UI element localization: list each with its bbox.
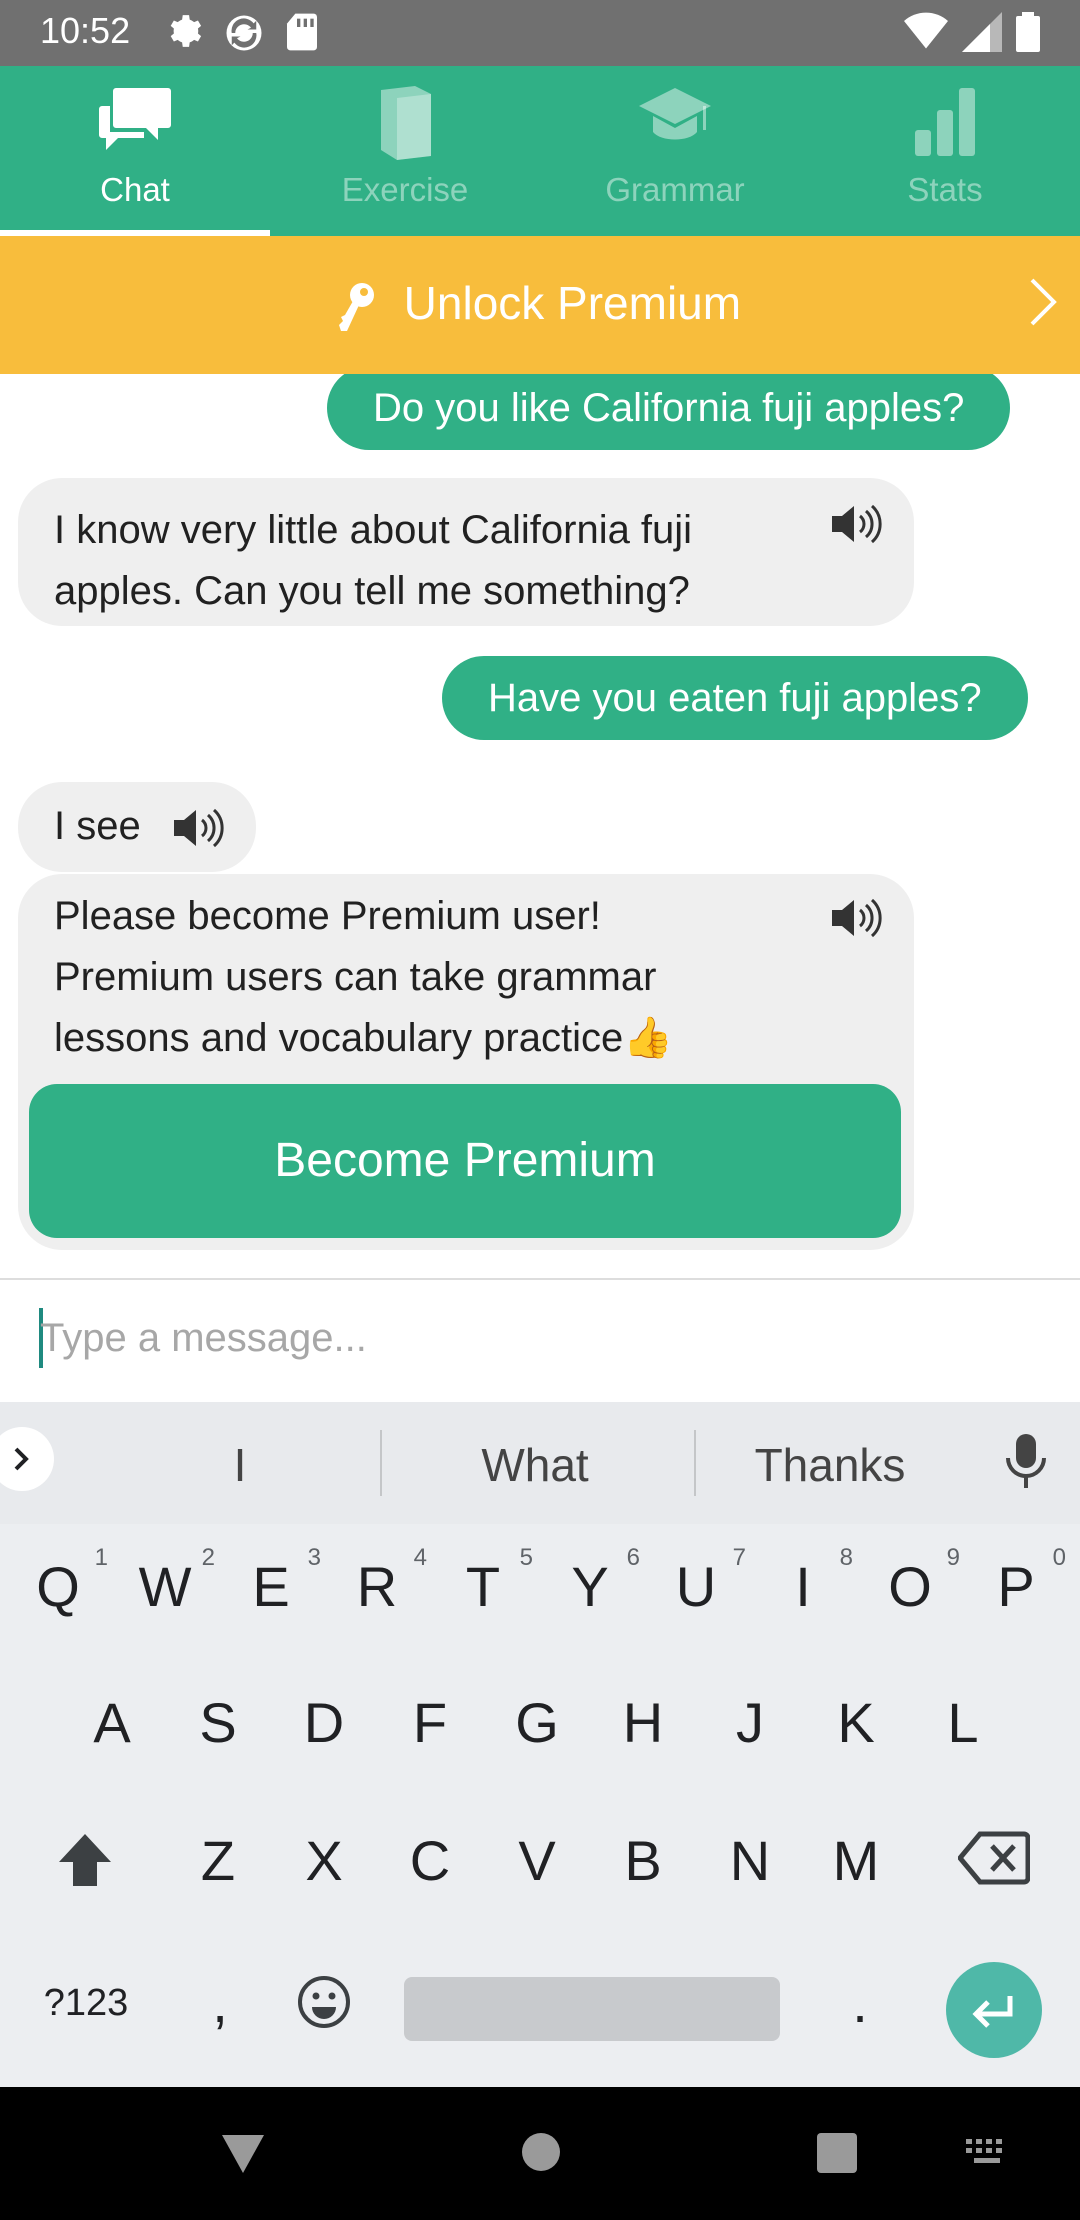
symbols-key[interactable]: ?123 [26, 1982, 146, 2025]
keyboard: I What Thanks Q1 W2 E3 R4 T5 Y6 U7 I8 O9… [0, 1402, 1080, 2087]
key-x[interactable]: X [274, 1828, 374, 1893]
comma-key[interactable]: , [170, 1970, 270, 2035]
gear-icon [170, 15, 202, 47]
tab-label: Grammar [605, 171, 745, 208]
tab-bar: Chat Exercise Grammar Stats [0, 66, 1080, 236]
key-g[interactable]: G [487, 1690, 587, 1755]
chat-icon [99, 88, 171, 150]
key-j[interactable]: J [700, 1690, 800, 1755]
key-a[interactable]: A [62, 1690, 162, 1755]
tab-label: Stats [907, 171, 983, 208]
message-line: Please become Premium user! [54, 894, 601, 938]
microphone-icon[interactable] [1000, 1430, 1052, 1494]
speaker-icon[interactable] [830, 896, 882, 940]
bar-chart-icon [915, 88, 975, 156]
status-bar: 10:52 [0, 0, 1080, 66]
sd-card-icon [287, 13, 317, 51]
key-t[interactable]: T5 [433, 1544, 533, 1619]
user-message: Do you like California fuji apples? [327, 374, 1011, 450]
suggestion-divider [380, 1430, 382, 1496]
suggestion-strip: I What Thanks [0, 1402, 1080, 1524]
key-b[interactable]: B [593, 1828, 693, 1893]
banner-label: Unlock Premium [403, 277, 742, 329]
key-d[interactable]: D [274, 1690, 374, 1755]
message-text: Have you eaten fuji apples? [488, 676, 982, 720]
suggestions-toggle[interactable] [0, 1427, 54, 1491]
tab-chat[interactable]: Chat [0, 66, 270, 236]
key-n[interactable]: N [700, 1828, 800, 1893]
key-o[interactable]: O9 [860, 1544, 960, 1619]
tab-label: Chat [100, 171, 170, 208]
key-p[interactable]: P0 [966, 1544, 1066, 1619]
book-icon [381, 86, 431, 160]
navigation-bar [0, 2087, 1080, 2220]
enter-icon [972, 1996, 1013, 2028]
key-f[interactable]: F [380, 1690, 480, 1755]
home-icon[interactable] [520, 2131, 562, 2173]
back-icon[interactable] [220, 2133, 266, 2175]
space-key[interactable] [404, 1977, 780, 2041]
suggestion-divider [694, 1430, 696, 1496]
suggestion-item[interactable]: What [440, 1438, 630, 1492]
key-i[interactable]: I8 [753, 1544, 853, 1619]
key-q[interactable]: Q1 [8, 1544, 108, 1619]
key-e[interactable]: E3 [221, 1544, 321, 1619]
user-message: Have you eaten fuji apples? [442, 656, 1028, 740]
key-m[interactable]: M [806, 1828, 906, 1893]
message-line: apples. Can you tell me something? [54, 569, 690, 613]
key-y[interactable]: Y6 [540, 1544, 640, 1619]
key-h[interactable]: H [593, 1690, 693, 1755]
tab-exercise[interactable]: Exercise [270, 66, 540, 236]
suggestion-item[interactable]: Thanks [730, 1438, 930, 1492]
emoji-icon[interactable] [296, 1974, 352, 2030]
speaker-icon[interactable] [830, 502, 882, 546]
message-input[interactable]: Type a message... [40, 1316, 367, 1361]
key-l[interactable]: L [913, 1690, 1013, 1755]
key-v[interactable]: V [487, 1828, 587, 1893]
key-w[interactable]: W2 [115, 1544, 215, 1619]
key-z[interactable]: Z [168, 1828, 268, 1893]
bot-message: I know very little about California fuji… [18, 478, 914, 626]
chevron-right-icon [1030, 278, 1057, 326]
backspace-icon[interactable] [958, 1830, 1030, 1886]
message-input-bar: Type a message... [0, 1280, 1080, 1402]
key-u[interactable]: U7 [646, 1544, 746, 1619]
battery-icon [1016, 12, 1040, 52]
message-text: Do you like California fuji apples? [373, 386, 965, 430]
tab-label: Exercise [341, 171, 469, 208]
status-time: 10:52 [40, 10, 131, 51]
suggestion-item[interactable]: I [180, 1438, 300, 1492]
message-line: I know very little about California fuji [54, 508, 693, 552]
key-s[interactable]: S [168, 1690, 268, 1755]
key-area: Q1 W2 E3 R4 T5 Y6 U7 I8 O9 P0 A S D F G … [0, 1524, 1080, 2087]
message-line: lessons and vocabulary practice👍 [54, 1016, 674, 1060]
shift-icon[interactable] [55, 1830, 115, 1890]
message-line: Premium users can take grammar [54, 955, 657, 999]
bot-message: I see [18, 782, 256, 872]
bot-message: Please become Premium user! Premium user… [18, 874, 914, 1250]
keyboard-icon[interactable] [964, 2137, 1010, 2167]
key-icon [338, 282, 374, 331]
wifi-icon [904, 12, 948, 49]
recents-icon[interactable] [817, 2133, 857, 2173]
key-r[interactable]: R4 [327, 1544, 427, 1619]
chat-list: Do you like California fuji apples? I kn… [0, 374, 1080, 1278]
become-premium-button[interactable]: Become Premium [29, 1084, 901, 1238]
graduation-cap-icon [639, 88, 711, 140]
unlock-premium-banner[interactable]: Unlock Premium [0, 236, 1080, 374]
chevron-right-icon [14, 1447, 29, 1471]
period-key[interactable]: . [810, 1970, 910, 2035]
signal-icon [962, 12, 1002, 52]
tab-grammar[interactable]: Grammar [540, 66, 810, 236]
key-c[interactable]: C [380, 1828, 480, 1893]
sync-icon [226, 15, 262, 51]
enter-key[interactable] [946, 1962, 1042, 2058]
speaker-icon[interactable] [172, 806, 224, 850]
message-line: I see [54, 804, 141, 848]
key-k[interactable]: K [806, 1690, 906, 1755]
tab-stats[interactable]: Stats [810, 66, 1080, 236]
